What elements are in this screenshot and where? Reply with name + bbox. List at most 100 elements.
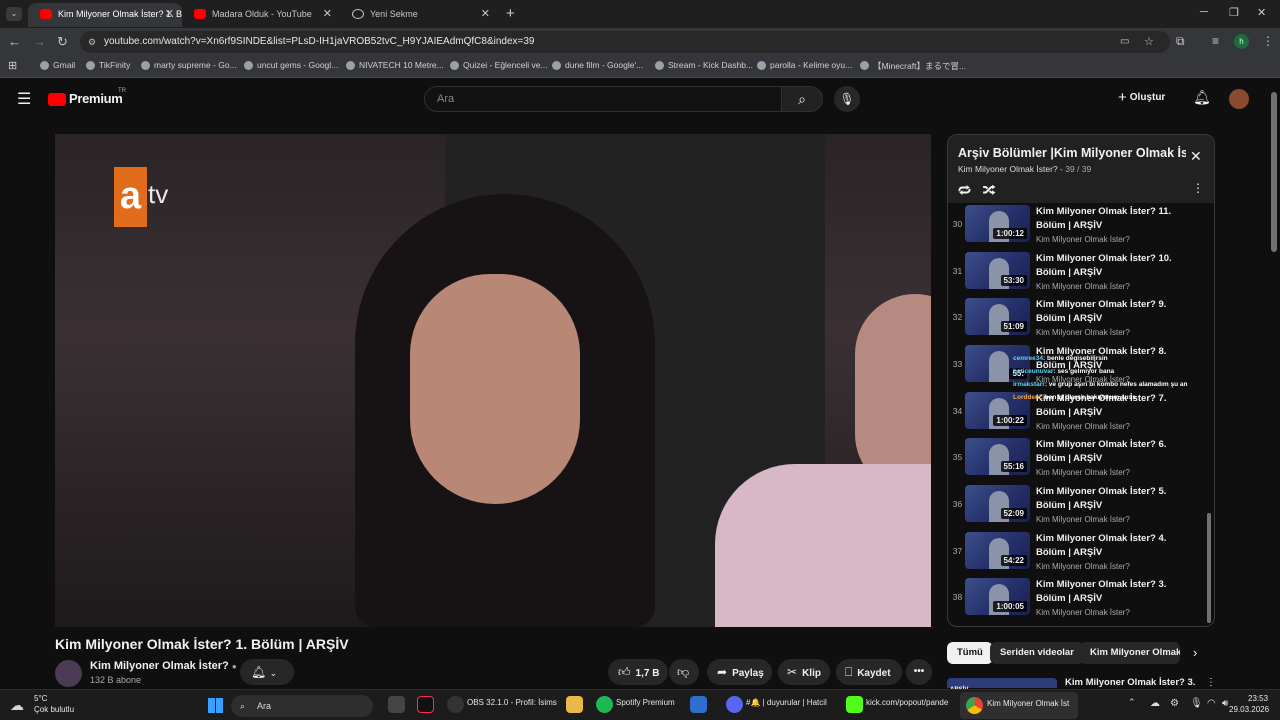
save-button[interactable]: ⎕ Kaydet xyxy=(836,659,902,685)
playlist-item[interactable]: 31 53:30 Kim Milyoner Olmak İster? 10. Böl… xyxy=(948,250,1214,296)
discord-app-icon[interactable] xyxy=(726,696,743,713)
bookmark-dune-film[interactable]: dune film - Google'... xyxy=(552,60,643,70)
clip-button[interactable]: ✂ Klip xyxy=(778,659,830,685)
site-info-icon[interactable]: ⚙ xyxy=(88,31,96,53)
playlist-item[interactable]: 35 55:16 Kim Milyoner Olmak İster? 6. Bölü… xyxy=(948,436,1214,482)
forward-icon[interactable]: → xyxy=(33,34,46,50)
task-view-icon[interactable] xyxy=(388,696,405,713)
playlist-item[interactable]: 36 52:09 Kim Milyoner Olmak İster? 5. Bölü… xyxy=(948,483,1214,529)
chevron-right-icon[interactable]: › xyxy=(1193,645,1197,660)
volume-icon[interactable]: 🔊︎ xyxy=(1222,698,1228,709)
taskbar-app-obs[interactable]: OBS 32.1.0 - Profil: İsims xyxy=(467,698,557,707)
weather-desc[interactable]: Çok bulutlu xyxy=(34,705,74,714)
subscription-bell-button[interactable]: 🔔︎ ⌄ xyxy=(240,659,294,685)
taskbar-app-kick[interactable]: kick.com/popout/pande xyxy=(866,698,954,707)
media-control-icon[interactable]: ≡ xyxy=(1212,34,1219,48)
wifi-icon[interactable]: ◠ xyxy=(1207,698,1216,709)
minimize-icon[interactable]: ─ xyxy=(1200,6,1208,18)
clock-date[interactable]: 29.03.2026 xyxy=(1229,705,1269,714)
close-tab-icon[interactable]: ✕ xyxy=(481,3,490,25)
bookmark-uncut-gems[interactable]: uncut gems - Googl... xyxy=(244,60,338,70)
playlist-item[interactable]: 38 1:00:05 Kim Milyoner Olmak İster? 3. Bö… xyxy=(948,576,1214,622)
windows-start-icon[interactable] xyxy=(208,698,223,713)
bookmark-kick-dashboard[interactable]: Stream - Kick Dashb... xyxy=(655,60,753,70)
file-explorer-icon[interactable] xyxy=(566,696,583,713)
like-button[interactable]: 👍︎ 1,7 B xyxy=(608,659,668,685)
close-window-icon[interactable]: ✕ xyxy=(1257,6,1266,19)
bookmark-nivatech[interactable]: NIVATECH 10 Metre... xyxy=(346,60,444,70)
shuffle-icon[interactable]: 🔀︎ xyxy=(983,183,996,198)
voice-search-button[interactable]: 🎙 xyxy=(834,86,860,112)
tab-kim-milyoner[interactable]: Kim Milyoner Olmak İster? 1. B ✕ xyxy=(28,3,182,27)
bookmark-gmail[interactable]: Gmail xyxy=(40,60,75,70)
hamburger-menu-icon[interactable]: ☰ xyxy=(17,89,31,109)
taskbar-app-chrome-active[interactable]: Kim Milyoner Olmak İst xyxy=(960,692,1078,719)
bookmark-marty-supreme[interactable]: marty supreme - Go... xyxy=(141,60,237,70)
reload-icon[interactable]: ↻ xyxy=(57,34,68,50)
playlist-scroll-thumb[interactable] xyxy=(1207,513,1211,623)
tray-chevron-icon[interactable]: ⌃ xyxy=(1128,697,1136,708)
loop-icon[interactable]: 🔁︎ xyxy=(958,183,971,198)
cast-icon[interactable]: ▭ xyxy=(1120,31,1129,53)
new-tab-icon[interactable]: + xyxy=(506,5,515,22)
playlist-item[interactable]: 30 1:00:12 Kim Milyoner Olmak İster? 11. B… xyxy=(948,203,1214,249)
weather-temp[interactable]: 5°C xyxy=(34,694,47,703)
apps-grid-icon[interactable]: ⊞ xyxy=(8,59,17,72)
tiktok-app-icon[interactable] xyxy=(417,696,434,713)
kick-app-icon[interactable] xyxy=(846,696,863,713)
app-icon[interactable] xyxy=(690,696,707,713)
bookmark-quizei[interactable]: Quizei - Eğlenceli ve... xyxy=(450,60,548,70)
microphone-tray-icon[interactable]: 🎙 xyxy=(1190,698,1203,709)
recommended-thumbnail[interactable]: ARŞİV xyxy=(947,678,1057,693)
bookmark-parolla[interactable]: parolla - Kelime oyu... xyxy=(757,60,852,70)
tray-app-icon[interactable]: ☁ xyxy=(1150,698,1160,709)
video-player[interactable]: a tv xyxy=(55,134,931,627)
playlist-channel[interactable]: Kim Milyoner Olmak İster? xyxy=(958,164,1058,174)
close-tab-icon[interactable]: ✕ xyxy=(323,3,332,25)
tray-network-app-icon[interactable]: ⚙ xyxy=(1170,698,1179,709)
tab-madara-olduk[interactable]: Madara Olduk - YouTube ✕ xyxy=(182,3,340,27)
tab-search-icon[interactable]: ⌄ xyxy=(6,7,22,21)
recommended-menu-icon[interactable]: ⋮ xyxy=(1206,677,1216,688)
taskbar-app-spotify[interactable]: Spotify Premium xyxy=(616,698,675,707)
clock-time[interactable]: 23:53 xyxy=(1248,694,1268,703)
close-playlist-icon[interactable]: ✕ xyxy=(1190,148,1202,165)
extensions-icon[interactable]: ⧉ xyxy=(1176,34,1185,49)
bookmark-star-icon[interactable]: ☆ xyxy=(1144,31,1154,53)
channel-avatar[interactable] xyxy=(55,660,82,687)
bookmark-tikfinity[interactable]: TikFinity xyxy=(86,60,130,70)
obs-app-icon[interactable] xyxy=(447,696,464,713)
create-button[interactable]: + Oluştur xyxy=(1118,89,1165,106)
more-actions-button[interactable]: ••• xyxy=(906,659,932,685)
channel-name[interactable]: Kim Milyoner Olmak İster? ● xyxy=(90,660,237,672)
playlist-scrollbar[interactable] xyxy=(1207,203,1211,626)
playlist-title[interactable]: Arşiv Bölümler |Kim Milyoner Olmak İster… xyxy=(958,146,1186,160)
profile-avatar[interactable]: h xyxy=(1234,34,1249,49)
close-tab-icon[interactable]: ✕ xyxy=(165,3,174,25)
dislike-button[interactable]: 👎︎ xyxy=(669,659,699,685)
taskbar-search[interactable]: ⌕ Ara xyxy=(231,695,373,717)
page-scrollbar[interactable] xyxy=(1271,92,1277,252)
playlist-item[interactable]: 37 54:22 Kim Milyoner Olmak İster? 4. Bölü… xyxy=(948,530,1214,576)
playlist-menu-icon[interactable]: ⋮ xyxy=(1192,181,1204,195)
search-button[interactable]: ⌕ xyxy=(781,86,823,112)
share-button[interactable]: ➦ Paylaş xyxy=(707,659,772,685)
chip-channel[interactable]: Kim Milyoner Olmak İster? xyxy=(1080,642,1180,664)
address-bar[interactable]: ⚙ youtube.com/watch?v=Xn6rf9SINDE&list=P… xyxy=(80,31,1170,53)
chip-series-videos[interactable]: Seriden videolar xyxy=(990,642,1084,664)
recommended-title[interactable]: Kim Milyoner Olmak İster? 3. xyxy=(1065,677,1195,688)
chip-all[interactable]: Tümü xyxy=(947,642,993,664)
item-title: Kim Milyoner Olmak İster? 10. Bölüm | AR… xyxy=(1036,253,1172,278)
tab-yeni-sekme[interactable]: Yeni Sekme ✕ xyxy=(340,3,498,27)
notifications-bell-icon[interactable]: 🔔︎ xyxy=(1193,89,1211,106)
bookmark-minecraft[interactable]: 【Minecraft】まるで冒... xyxy=(860,60,966,72)
back-icon[interactable]: ← xyxy=(8,34,21,50)
restore-icon[interactable]: ❐ xyxy=(1229,6,1239,19)
taskbar-app-discord[interactable]: #🔔 | duyurular | Hatcil xyxy=(746,698,834,707)
stream-chat-overlay: cemree34: benle degisebilirsin haticeunu… xyxy=(1013,352,1213,404)
account-avatar[interactable] xyxy=(1229,89,1249,109)
playlist-item[interactable]: 32 51:09 Kim Milyoner Olmak İster? 9. Bölü… xyxy=(948,296,1214,342)
spotify-app-icon[interactable] xyxy=(596,696,613,713)
browser-menu-icon[interactable]: ⋮ xyxy=(1262,34,1274,48)
search-input[interactable]: Ara xyxy=(424,86,782,112)
